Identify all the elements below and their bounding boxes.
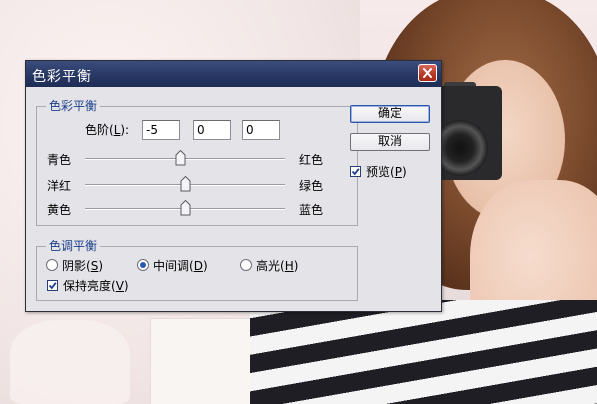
- radio-midtones[interactable]: [137, 259, 149, 271]
- radio-highlights-label[interactable]: 高光(H): [256, 259, 298, 273]
- slider-cyan-red-thumb[interactable]: [175, 150, 186, 166]
- slider-magenta-green-thumb[interactable]: [180, 176, 191, 192]
- slider-yellow-label: 黄色: [47, 203, 72, 217]
- levels-label: 色阶(L):: [85, 123, 130, 137]
- preview-checkbox[interactable]: [350, 166, 361, 177]
- tone-balance-group: 色调平衡 阴影(S) 中间调(D) 高光(H) 保持亮度(V): [36, 239, 358, 301]
- ok-button[interactable]: 确定: [350, 105, 430, 123]
- slider-magenta-label: 洋红: [47, 179, 72, 193]
- levels-input-magenta-green[interactable]: 0: [193, 120, 231, 140]
- dialog-titlebar[interactable]: 色彩平衡: [26, 61, 441, 87]
- radio-midtones-label[interactable]: 中间调(D): [153, 259, 208, 273]
- slider-green-label: 绿色: [299, 179, 324, 193]
- radio-shadows[interactable]: [46, 259, 58, 271]
- slider-yellow-blue-thumb[interactable]: [180, 200, 191, 216]
- dialog-title: 色彩平衡: [32, 69, 92, 85]
- cancel-button[interactable]: 取消: [350, 133, 430, 151]
- close-icon: [423, 68, 432, 78]
- color-balance-legend: 色彩平衡: [46, 99, 101, 113]
- levels-input-yellow-blue[interactable]: 0: [242, 120, 280, 140]
- photo-box: [150, 318, 262, 404]
- photo-toy: [10, 320, 130, 404]
- radio-highlights[interactable]: [240, 259, 252, 271]
- color-balance-group: 色彩平衡 色阶(L): -5 0 0 青色 红色 洋红 绿色 黄色 蓝色: [36, 99, 358, 226]
- color-balance-dialog: 色彩平衡 色彩平衡 色阶(L): -5 0 0 青色 红色 洋红 绿色 黄色 蓝…: [25, 60, 442, 312]
- slider-cyan-label: 青色: [47, 153, 72, 167]
- tone-balance-legend: 色调平衡: [46, 239, 101, 253]
- preserve-luminosity-label[interactable]: 保持亮度(V): [63, 279, 129, 293]
- checkmark-icon: [351, 168, 360, 176]
- slider-red-label: 红色: [299, 153, 324, 167]
- radio-shadows-label[interactable]: 阴影(S): [62, 259, 103, 273]
- photo-striped-shirt: [250, 300, 597, 404]
- preview-label[interactable]: 预览(P): [366, 165, 407, 179]
- checkmark-icon: [48, 282, 57, 290]
- preserve-luminosity-checkbox[interactable]: [47, 280, 58, 291]
- close-button[interactable]: [418, 64, 437, 82]
- levels-input-cyan-red[interactable]: -5: [142, 120, 180, 140]
- slider-blue-label: 蓝色: [299, 203, 324, 217]
